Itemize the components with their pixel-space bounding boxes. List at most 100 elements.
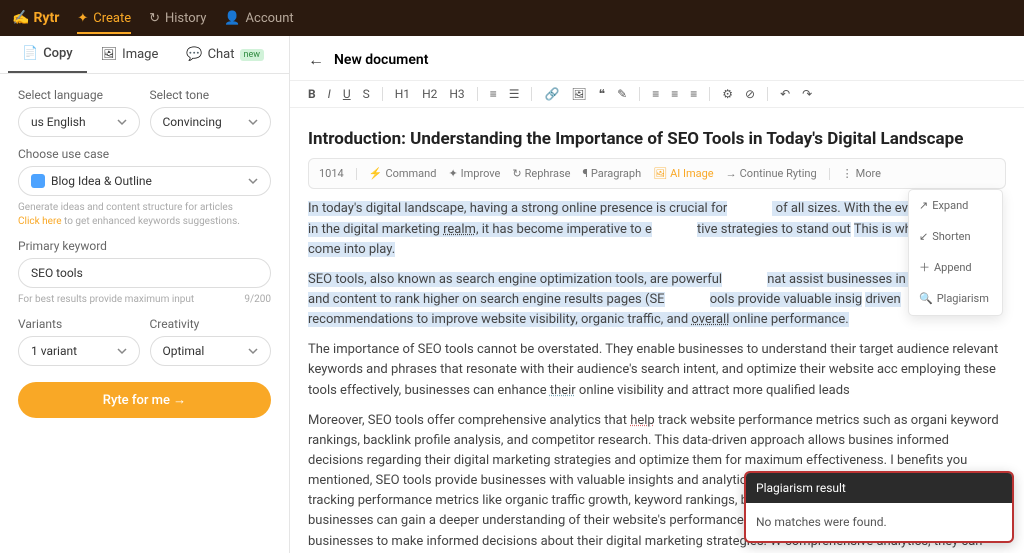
align-left-button[interactable]: ≡ bbox=[652, 87, 659, 101]
link-button[interactable]: 🔗 bbox=[544, 87, 559, 101]
image-icon: 🖼 bbox=[101, 47, 118, 62]
sidebar: 📄 Copy 🖼 Image 💬 Chat new Select languag… bbox=[0, 36, 290, 553]
ryte-button-label: Ryte for me → bbox=[103, 392, 186, 408]
ai-image-action[interactable]: 🖼AI Image bbox=[653, 165, 714, 182]
usecase-select[interactable]: Blog Idea & Outline bbox=[18, 166, 271, 196]
chevron-down-icon bbox=[248, 117, 258, 127]
keyword-label: Primary keyword bbox=[18, 239, 271, 253]
keyword-hint: For best results provide maximum input bbox=[18, 293, 194, 307]
tone-value: Convincing bbox=[163, 115, 222, 129]
image-button[interactable]: 🖼 bbox=[571, 87, 586, 101]
context-separator bbox=[829, 168, 830, 180]
continue-action[interactable]: →Continue Ryting bbox=[726, 165, 817, 182]
usecase-label: Choose use case bbox=[18, 147, 271, 161]
main-editor: ← New document B I U S H1 H2 H3 ≡ ☰ 🔗 🖼 … bbox=[290, 36, 1024, 553]
usecase-hint: Generate ideas and content structure for… bbox=[18, 201, 271, 229]
chevron-down-icon bbox=[248, 346, 258, 356]
char-count: 1014 bbox=[319, 165, 344, 182]
usecase-icon bbox=[31, 174, 45, 188]
settings-button[interactable]: ⚙ bbox=[722, 87, 733, 101]
tab-copy-label: Copy bbox=[43, 46, 72, 61]
variants-label: Variants bbox=[18, 317, 140, 331]
language-label: Select language bbox=[18, 88, 140, 102]
creativity-value: Optimal bbox=[163, 344, 205, 358]
h3-button[interactable]: H3 bbox=[449, 87, 464, 101]
language-value: us English bbox=[31, 115, 86, 129]
more-action[interactable]: ⋮ More bbox=[842, 165, 881, 182]
creativity-label: Creativity bbox=[150, 317, 272, 331]
highlight-button[interactable]: ✎ bbox=[617, 87, 627, 101]
toolbar-separator bbox=[709, 87, 710, 101]
usecase-value: Blog Idea & Outline bbox=[51, 174, 152, 188]
nav-create[interactable]: ✦ Create bbox=[77, 11, 131, 34]
context-toolbar: 1014 ⚡Command ✦Improve ↻Rephrase ¶Paragr… bbox=[308, 158, 1006, 189]
keyword-input[interactable] bbox=[18, 258, 271, 288]
append-item[interactable]: ＋ Append bbox=[909, 252, 1002, 283]
language-select[interactable]: us English bbox=[18, 107, 140, 137]
align-right-button[interactable]: ≡ bbox=[690, 87, 697, 101]
strike-button[interactable]: S bbox=[363, 87, 370, 101]
bullet-list-button[interactable]: ≡ bbox=[490, 87, 497, 101]
expand-item[interactable]: ↗ Expand bbox=[909, 190, 1002, 221]
tab-image[interactable]: 🖼 Image bbox=[87, 36, 173, 73]
nav-create-label: Create bbox=[93, 11, 131, 26]
paragraph: SEO tools, also known as search engine o… bbox=[308, 270, 1006, 330]
redo-button[interactable]: ↷ bbox=[802, 87, 812, 101]
nav-account-label: Account bbox=[246, 11, 294, 26]
paragraph: The importance of SEO tools cannot be ov… bbox=[308, 340, 1006, 400]
context-separator bbox=[356, 168, 357, 180]
shorten-item[interactable]: ↙ Shorten bbox=[909, 221, 1002, 252]
nav-history[interactable]: ↻ History bbox=[149, 11, 206, 26]
doc-title: New document bbox=[334, 52, 428, 68]
command-action[interactable]: ⚡Command bbox=[369, 165, 437, 182]
improve-action[interactable]: ✦Improve bbox=[448, 165, 500, 182]
brand-text: Rytr bbox=[33, 10, 59, 26]
history-icon: ↻ bbox=[149, 11, 160, 26]
toolbar-separator bbox=[382, 87, 383, 101]
clear-button[interactable]: ⊘ bbox=[745, 87, 755, 101]
toolbar-separator bbox=[531, 87, 532, 101]
user-icon: 👤 bbox=[224, 11, 240, 26]
italic-button[interactable]: I bbox=[328, 87, 331, 101]
tone-select[interactable]: Convincing bbox=[150, 107, 272, 137]
h2-button[interactable]: H2 bbox=[422, 87, 437, 101]
chevron-down-icon bbox=[248, 176, 258, 186]
rephrase-action[interactable]: ↻Rephrase bbox=[512, 165, 570, 182]
plagiarism-item[interactable]: 🔍 Plagiarism bbox=[909, 283, 1002, 314]
brand-logo: ✍️ Rytr bbox=[12, 10, 59, 26]
doc-header: ← New document bbox=[290, 36, 1024, 80]
ryte-button[interactable]: Ryte for me → bbox=[18, 382, 271, 418]
more-dropdown: ↗ Expand ↙ Shorten ＋ Append 🔍 Plagiarism bbox=[908, 189, 1003, 315]
click-here-link[interactable]: Click here bbox=[18, 216, 62, 227]
new-badge: new bbox=[240, 49, 265, 61]
creativity-select[interactable]: Optimal bbox=[150, 336, 272, 366]
paragraph-action[interactable]: ¶Paragraph bbox=[582, 165, 641, 182]
h1-button[interactable]: H1 bbox=[395, 87, 410, 101]
plagiarism-title: Plagiarism result bbox=[746, 473, 1012, 503]
sidebar-form: Select language us English Select tone C… bbox=[0, 74, 289, 432]
chevron-down-icon bbox=[117, 117, 127, 127]
tone-label: Select tone bbox=[150, 88, 272, 102]
tab-copy[interactable]: 📄 Copy bbox=[8, 36, 87, 73]
paragraph: In today's digital landscape, having a s… bbox=[308, 199, 1006, 259]
quote-button[interactable]: ❝ bbox=[599, 87, 605, 101]
align-center-button[interactable]: ≡ bbox=[671, 87, 678, 101]
toolbar-separator bbox=[639, 87, 640, 101]
plagiarism-panel: Plagiarism result No matches were found. bbox=[744, 471, 1014, 543]
undo-button[interactable]: ↶ bbox=[780, 87, 790, 101]
nav-account[interactable]: 👤 Account bbox=[224, 11, 293, 26]
nav-history-label: History bbox=[165, 11, 206, 26]
underline-button[interactable]: U bbox=[343, 87, 351, 101]
chevron-down-icon bbox=[117, 346, 127, 356]
plagiarism-body: No matches were found. bbox=[746, 503, 1012, 541]
tab-image-label: Image bbox=[122, 47, 158, 62]
keyword-count: 9/200 bbox=[244, 293, 271, 307]
toolbar-separator bbox=[767, 87, 768, 101]
variants-select[interactable]: 1 variant bbox=[18, 336, 140, 366]
sidebar-tabs: 📄 Copy 🖼 Image 💬 Chat new bbox=[0, 36, 289, 74]
number-list-button[interactable]: ☰ bbox=[509, 87, 520, 101]
back-arrow-icon[interactable]: ← bbox=[308, 50, 324, 70]
bold-button[interactable]: B bbox=[308, 87, 316, 101]
doc-heading: Introduction: Understanding the Importan… bbox=[308, 126, 1006, 152]
tab-chat[interactable]: 💬 Chat new bbox=[172, 36, 278, 73]
